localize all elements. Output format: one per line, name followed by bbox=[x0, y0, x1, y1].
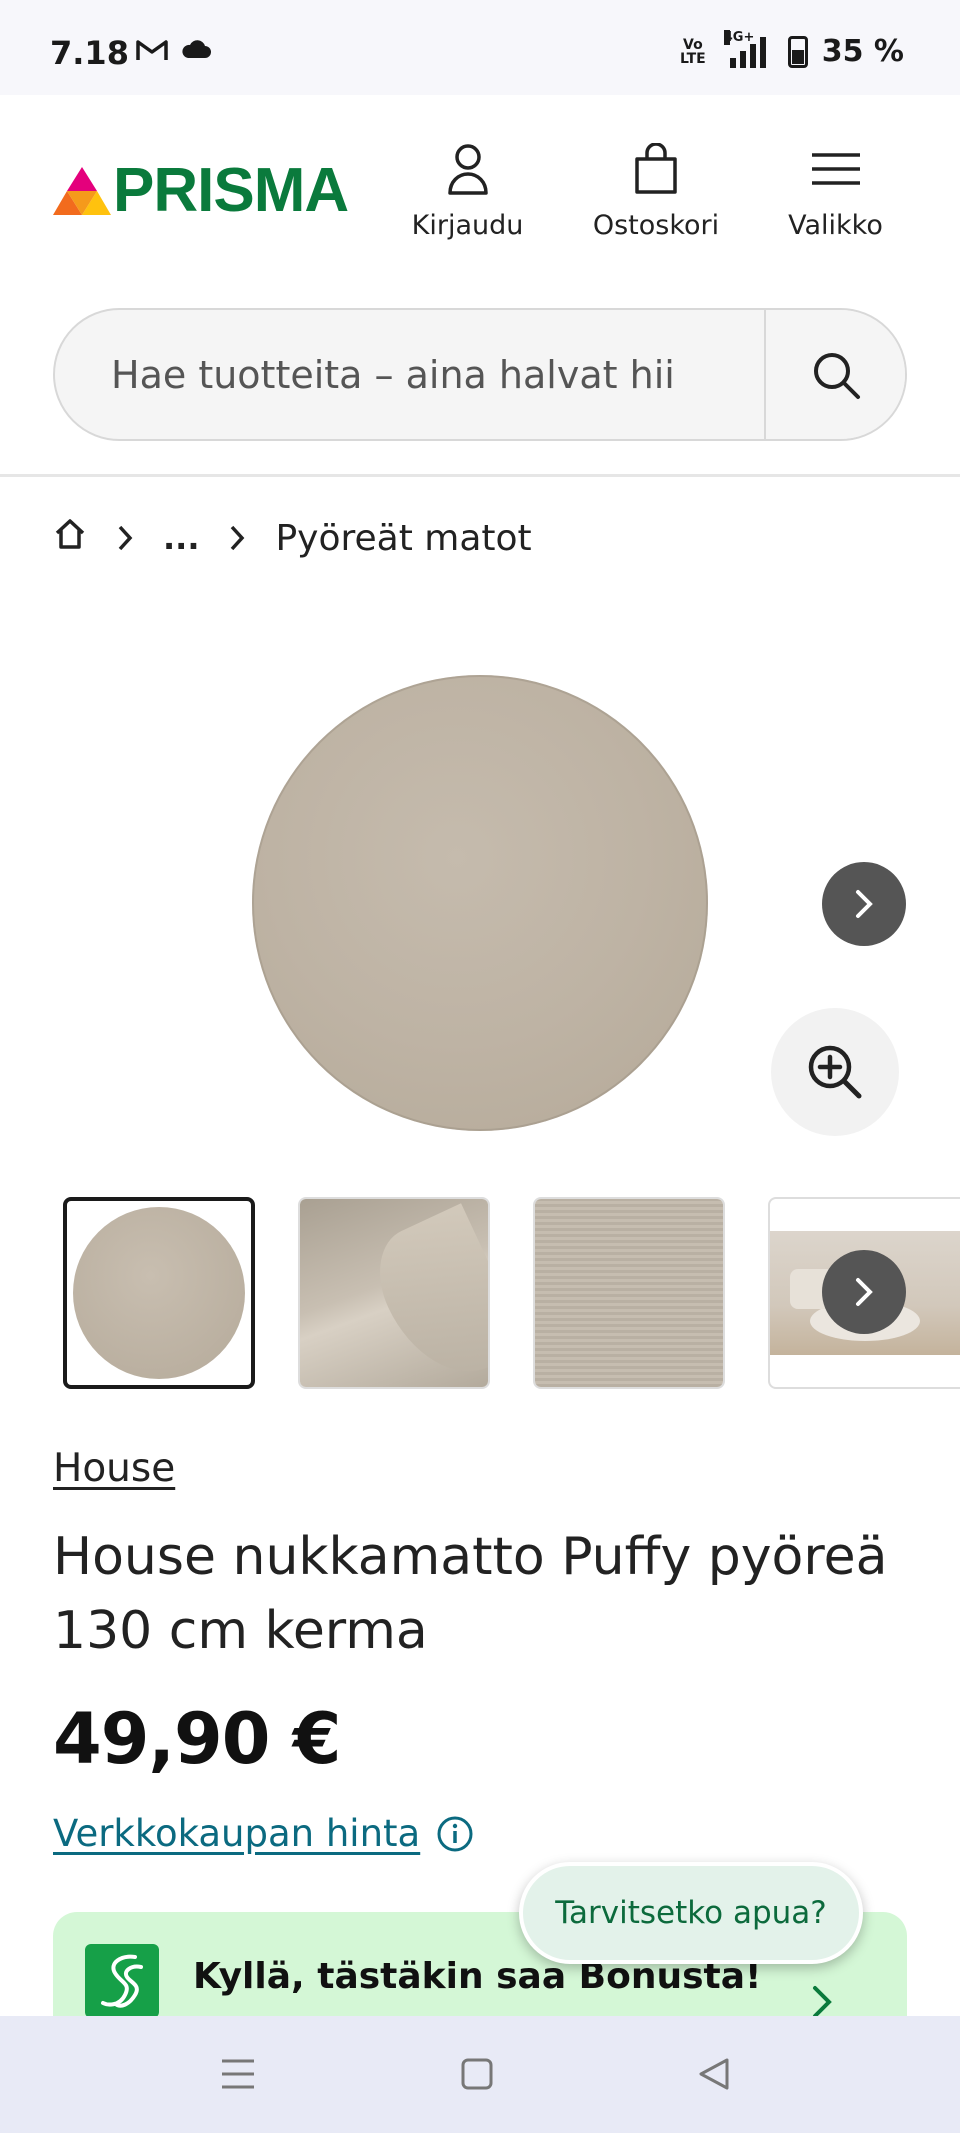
login-label: Kirjaudu bbox=[411, 210, 524, 241]
gmail-icon bbox=[136, 38, 168, 66]
home-button[interactable] bbox=[457, 2054, 497, 2094]
back-button[interactable] bbox=[694, 2054, 734, 2094]
menu-label: Valikko bbox=[788, 210, 883, 241]
signal-bar bbox=[739, 50, 746, 68]
battery-icon bbox=[787, 35, 808, 68]
recent-apps-button[interactable] bbox=[218, 2054, 258, 2094]
search-bar bbox=[53, 308, 907, 441]
menu-button[interactable]: Valikko bbox=[778, 143, 893, 241]
thumbnail-2[interactable] bbox=[298, 1197, 490, 1389]
zoom-in-icon bbox=[808, 1045, 862, 1099]
breadcrumb: ... Pyöreät matot bbox=[53, 510, 532, 566]
product-title: House nukkamatto Puffy pyöreä 130 cm ker… bbox=[53, 1527, 888, 1661]
thumbnail-image bbox=[535, 1199, 723, 1387]
thumbnail-image bbox=[300, 1199, 488, 1387]
thumbnail-next-button[interactable] bbox=[822, 1250, 906, 1334]
cart-label: Ostoskori bbox=[592, 210, 720, 241]
chevron-right-icon bbox=[117, 524, 133, 552]
thumbnail-image bbox=[73, 1207, 245, 1379]
user-icon bbox=[447, 144, 488, 195]
breadcrumb-ellipsis[interactable]: ... bbox=[163, 519, 199, 557]
chevron-right-icon bbox=[856, 890, 873, 918]
status-right: Vo LTE 4G+ 35 % bbox=[680, 29, 904, 69]
s-group-logo-icon bbox=[85, 1944, 159, 2018]
thumbnail-3[interactable] bbox=[533, 1197, 725, 1389]
cloud-icon bbox=[180, 38, 212, 66]
product-main-image[interactable] bbox=[252, 675, 708, 1131]
system-nav-bar bbox=[0, 2016, 960, 2133]
chevron-right-icon bbox=[229, 524, 245, 552]
site-header: PRISMA Kirjaudu Ostoskori Valikko bbox=[0, 95, 960, 295]
back-triangle-icon bbox=[699, 2058, 729, 2090]
thumbnail-1[interactable] bbox=[63, 1197, 255, 1389]
home-square-icon bbox=[461, 2058, 493, 2090]
online-price-info[interactable]: Verkkokaupan hinta bbox=[53, 1812, 474, 1855]
home-icon[interactable] bbox=[53, 517, 87, 560]
hamburger-icon bbox=[811, 153, 860, 185]
recent-apps-icon bbox=[222, 2059, 254, 2089]
prisma-logo[interactable]: PRISMA bbox=[53, 155, 349, 226]
battery-level: 35 % bbox=[821, 34, 904, 69]
volte-bottom: LTE bbox=[680, 50, 706, 67]
image-next-button[interactable] bbox=[822, 862, 906, 946]
login-button[interactable]: Kirjaudu bbox=[405, 143, 530, 241]
chevron-right-icon bbox=[856, 1278, 873, 1306]
cart-button[interactable]: Ostoskori bbox=[585, 142, 727, 241]
product-price: 49,90 € bbox=[53, 1698, 341, 1780]
search-button[interactable] bbox=[764, 310, 905, 439]
status-bar: 7.18 Vo LTE 4G+ 35 % bbox=[0, 0, 960, 95]
product-page: 7.18 Vo LTE 4G+ 35 % PRISMA Kirjaudu Ost… bbox=[0, 0, 960, 2133]
brand-link[interactable]: House bbox=[53, 1446, 175, 1491]
online-price-label[interactable]: Verkkokaupan hinta bbox=[53, 1812, 420, 1855]
signal-bar bbox=[749, 43, 756, 68]
status-time: 7.18 bbox=[50, 34, 129, 72]
zoom-button[interactable] bbox=[771, 1008, 899, 1136]
signal-bar bbox=[729, 57, 736, 68]
signal-bar bbox=[759, 36, 766, 68]
search-input[interactable] bbox=[55, 310, 765, 439]
info-icon[interactable] bbox=[436, 1815, 474, 1853]
signal-icon: 4G+ bbox=[723, 29, 766, 68]
prisma-logo-mark bbox=[53, 166, 111, 215]
header-divider bbox=[0, 474, 960, 477]
help-chat-button[interactable]: Tarvitsetko apua? bbox=[519, 1862, 863, 1964]
shopping-bag-icon bbox=[635, 142, 677, 194]
breadcrumb-current[interactable]: Pyöreät matot bbox=[275, 518, 531, 559]
volte-indicator: Vo LTE bbox=[680, 38, 706, 66]
search-icon bbox=[813, 352, 860, 399]
logo-text: PRISMA bbox=[113, 156, 349, 225]
network-type: 4G+ bbox=[723, 29, 755, 45]
